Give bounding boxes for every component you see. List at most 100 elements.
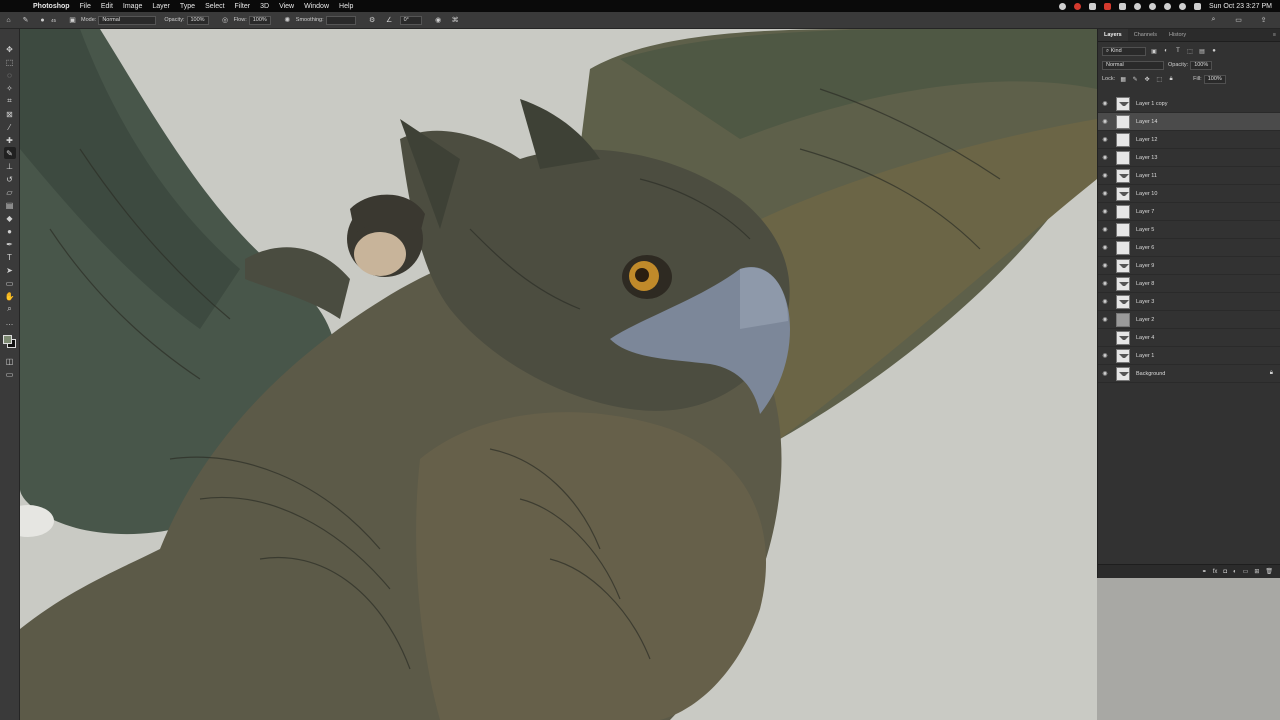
visibility-eye-icon[interactable]: ◉	[1098, 226, 1112, 233]
fill-field[interactable]: 100%	[1203, 74, 1226, 84]
filter-shape-icon[interactable]: ⬚	[1186, 47, 1194, 55]
creative-cloud-icon[interactable]	[1103, 2, 1111, 10]
lock-icon[interactable]: 🔒︎	[1270, 370, 1273, 377]
gear-icon[interactable]: ⚙	[368, 16, 377, 25]
visibility-eye-icon[interactable]: ◉	[1098, 352, 1112, 359]
blur-tool-icon[interactable]: ◆	[4, 212, 16, 224]
blend-mode-select[interactable]: Normal	[1102, 60, 1164, 70]
visibility-eye-icon[interactable]: ◉	[1098, 370, 1112, 377]
type-tool-icon[interactable]: T	[4, 251, 16, 263]
lock-position-icon[interactable]: ✥	[1143, 75, 1151, 83]
pressure-opacity-icon[interactable]: ◎	[221, 16, 230, 25]
battery-icon[interactable]	[1148, 2, 1156, 10]
pressure-size-icon[interactable]: ◉	[434, 16, 443, 25]
history-brush-tool-icon[interactable]: ↺	[4, 173, 16, 185]
layer-row[interactable]: Layer 4	[1098, 329, 1280, 347]
path-selection-tool-icon[interactable]: ➤	[4, 264, 16, 276]
filter-adjustment-icon[interactable]: ◐	[1162, 47, 1170, 55]
link-layers-icon[interactable]: ⚭	[1202, 568, 1207, 575]
clone-stamp-tool-icon[interactable]: ⊥	[4, 160, 16, 172]
eyedropper-tool-icon[interactable]: ⁄	[4, 121, 16, 133]
brush-tool-icon[interactable]: ✎	[21, 16, 30, 25]
layer-row[interactable]: ◉ Layer 8	[1098, 275, 1280, 293]
workspace-icon[interactable]: ▭	[1234, 16, 1243, 25]
move-tool-icon[interactable]: ✥	[4, 43, 16, 55]
layer-row[interactable]: ◉ Layer 14	[1098, 113, 1280, 131]
visibility-eye-icon[interactable]: ◉	[1098, 298, 1112, 305]
more-tools-icon[interactable]: …	[4, 316, 16, 328]
dodge-tool-icon[interactable]: ●	[4, 225, 16, 237]
visibility-eye-icon[interactable]: ◉	[1098, 154, 1112, 161]
lock-pixels-icon[interactable]: ✎	[1131, 75, 1139, 83]
menu-window[interactable]: Window	[299, 3, 334, 10]
layer-row[interactable]: ◉ Layer 7	[1098, 203, 1280, 221]
search-icon[interactable]	[1178, 2, 1186, 10]
brush-settings-icon[interactable]: ▣	[68, 16, 77, 25]
wifi-icon[interactable]	[1163, 2, 1171, 10]
menu-filter[interactable]: Filter	[230, 3, 256, 10]
zoom-tool-icon[interactable]: ⌕	[4, 303, 16, 315]
control-center-icon[interactable]	[1193, 2, 1201, 10]
add-mask-icon[interactable]: ◘	[1223, 569, 1227, 575]
clock[interactable]: Sun Oct 23 3:27 PM	[1209, 3, 1272, 10]
search-icon[interactable]: ⌕	[1209, 16, 1218, 25]
healing-brush-tool-icon[interactable]: ✚	[4, 134, 16, 146]
smoothing-field[interactable]	[325, 15, 356, 25]
flow-field[interactable]: 100%	[248, 15, 271, 25]
layer-row[interactable]: ◉ Layer 11	[1098, 167, 1280, 185]
tab-layers[interactable]: Layers	[1098, 29, 1128, 41]
layer-row[interactable]: ◉ Layer 1 copy	[1098, 95, 1280, 113]
mode-select[interactable]: Normal	[98, 15, 157, 25]
layer-row[interactable]: ◉ Layer 6	[1098, 239, 1280, 257]
visibility-eye-icon[interactable]: ◉	[1098, 136, 1112, 143]
visibility-eye-icon[interactable]: ◉	[1098, 244, 1112, 251]
menu-type[interactable]: Type	[175, 3, 200, 10]
adjustment-layer-icon[interactable]: ◐	[1233, 569, 1237, 575]
marquee-tool-icon[interactable]: ⬚	[4, 56, 16, 68]
frame-tool-icon[interactable]: ⊠	[4, 108, 16, 120]
foreground-color-swatch[interactable]	[2, 335, 12, 344]
menu-photoshop[interactable]: Photoshop	[28, 3, 75, 10]
record-icon[interactable]	[1058, 2, 1066, 10]
menu-edit[interactable]: Edit	[96, 3, 118, 10]
app-status-icon[interactable]	[1073, 2, 1081, 10]
layer-row[interactable]: ◉ Layer 3	[1098, 293, 1280, 311]
magic-wand-tool-icon[interactable]: ✧	[4, 82, 16, 94]
hand-tool-icon[interactable]: ✋	[4, 290, 16, 302]
crop-tool-icon[interactable]: ⌗	[4, 95, 16, 107]
menu-image[interactable]: Image	[118, 3, 147, 10]
new-group-icon[interactable]: ▭	[1243, 568, 1249, 575]
screen-mode-icon[interactable]: ▭	[4, 368, 16, 380]
layer-row[interactable]: ◉ Layer 1	[1098, 347, 1280, 365]
eraser-tool-icon[interactable]: ▱	[4, 186, 16, 198]
visibility-eye-icon[interactable]: ◉	[1098, 118, 1112, 125]
lock-transparent-icon[interactable]: ▦	[1119, 75, 1127, 83]
filter-type-icon[interactable]: T	[1174, 47, 1182, 55]
lock-artboard-icon[interactable]: ⬚	[1155, 75, 1163, 83]
layer-row[interactable]: ◉ Layer 13	[1098, 149, 1280, 167]
tab-channels[interactable]: Channels	[1128, 32, 1163, 41]
filter-kind-select[interactable]: ⌕ Kind	[1102, 46, 1146, 56]
visibility-eye-icon[interactable]: ◉	[1098, 280, 1112, 287]
visibility-eye-icon[interactable]: ◉	[1098, 208, 1112, 215]
menu-layer[interactable]: Layer	[147, 3, 175, 10]
visibility-eye-icon[interactable]: ◉	[1098, 172, 1112, 179]
panel-menu-icon[interactable]: ≡	[1267, 32, 1280, 41]
filter-toggle-icon[interactable]: ●	[1210, 47, 1218, 55]
menu-file[interactable]: File	[75, 3, 96, 10]
visibility-eye-icon[interactable]: ◉	[1098, 100, 1112, 107]
home-icon[interactable]: ⌂	[4, 16, 13, 25]
visibility-eye-icon[interactable]: ◉	[1098, 262, 1112, 269]
angle-field[interactable]: 0°	[399, 15, 422, 25]
screen-icon[interactable]	[1088, 2, 1096, 10]
layer-row[interactable]: ◉ Layer 2	[1098, 311, 1280, 329]
visibility-eye-icon[interactable]: ◉	[1098, 316, 1112, 323]
filter-pixel-icon[interactable]: ▣	[1150, 47, 1158, 55]
brush-preset-picker[interactable]: ● 45	[34, 16, 56, 25]
rectangle-tool-icon[interactable]: ▭	[4, 277, 16, 289]
opacity-field[interactable]: 100%	[186, 15, 209, 25]
layer-row[interactable]: ◉ Layer 5	[1098, 221, 1280, 239]
tab-history[interactable]: History	[1163, 32, 1192, 41]
pen-tool-icon[interactable]: ✒	[4, 238, 16, 250]
layer-row[interactable]: ◉ Layer 12	[1098, 131, 1280, 149]
